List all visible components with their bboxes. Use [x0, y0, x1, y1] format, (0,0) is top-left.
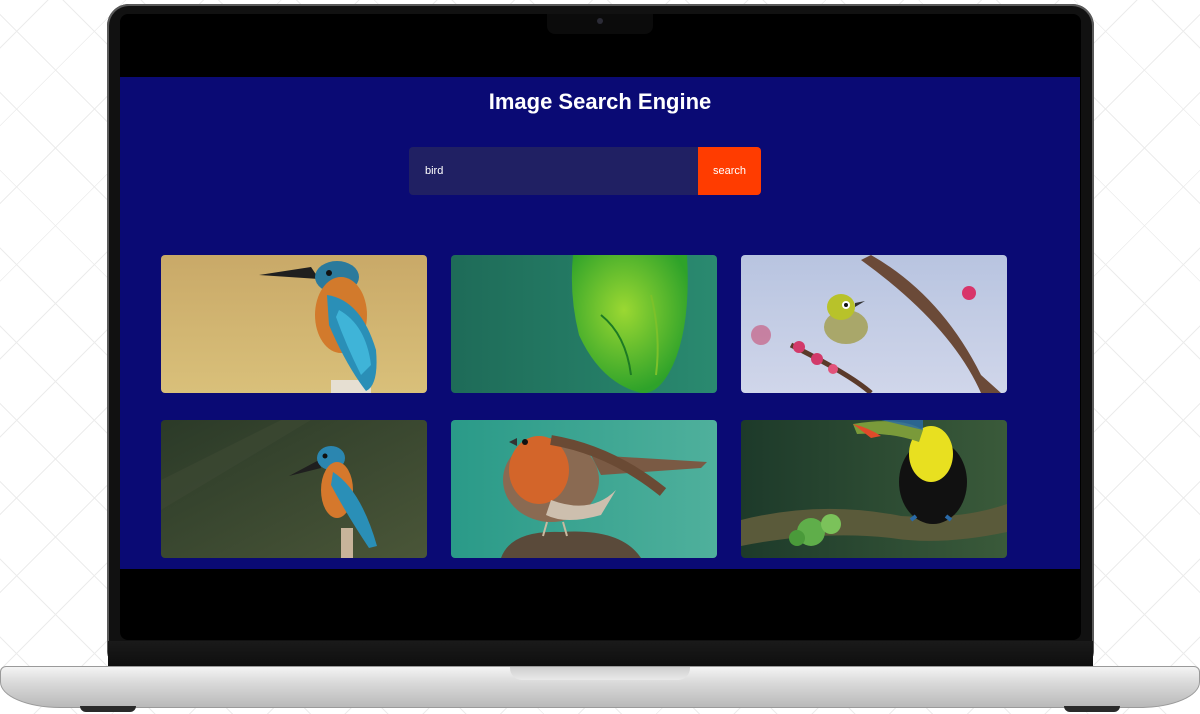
screen-chin — [108, 641, 1093, 669]
result-image-robin[interactable] — [451, 420, 717, 558]
kingfisher-perched-image — [161, 420, 427, 558]
white-eye-image — [741, 255, 1007, 393]
trackpad-notch — [510, 667, 690, 680]
image-results-grid — [161, 255, 1007, 558]
search-input[interactable] — [409, 147, 698, 195]
result-image-green-bird[interactable] — [451, 255, 717, 393]
search-button[interactable]: search — [698, 147, 761, 195]
web-page: Image Search Engine search — [120, 77, 1080, 569]
camera-notch — [547, 14, 653, 34]
search-form: search — [409, 147, 761, 195]
toucan-image — [741, 420, 1007, 558]
result-image-toucan[interactable] — [741, 420, 1007, 558]
result-image-kingfisher-perched[interactable] — [161, 420, 427, 558]
camera-icon — [597, 18, 603, 24]
laptop-foot-right — [1064, 706, 1120, 712]
robin-image — [451, 420, 717, 558]
result-image-white-eye[interactable] — [741, 255, 1007, 393]
laptop-foot-left — [80, 706, 136, 712]
kingfisher-image — [161, 255, 427, 393]
result-image-kingfisher[interactable] — [161, 255, 427, 393]
green-bird-image — [451, 255, 717, 393]
page-title: Image Search Engine — [488, 89, 712, 114]
